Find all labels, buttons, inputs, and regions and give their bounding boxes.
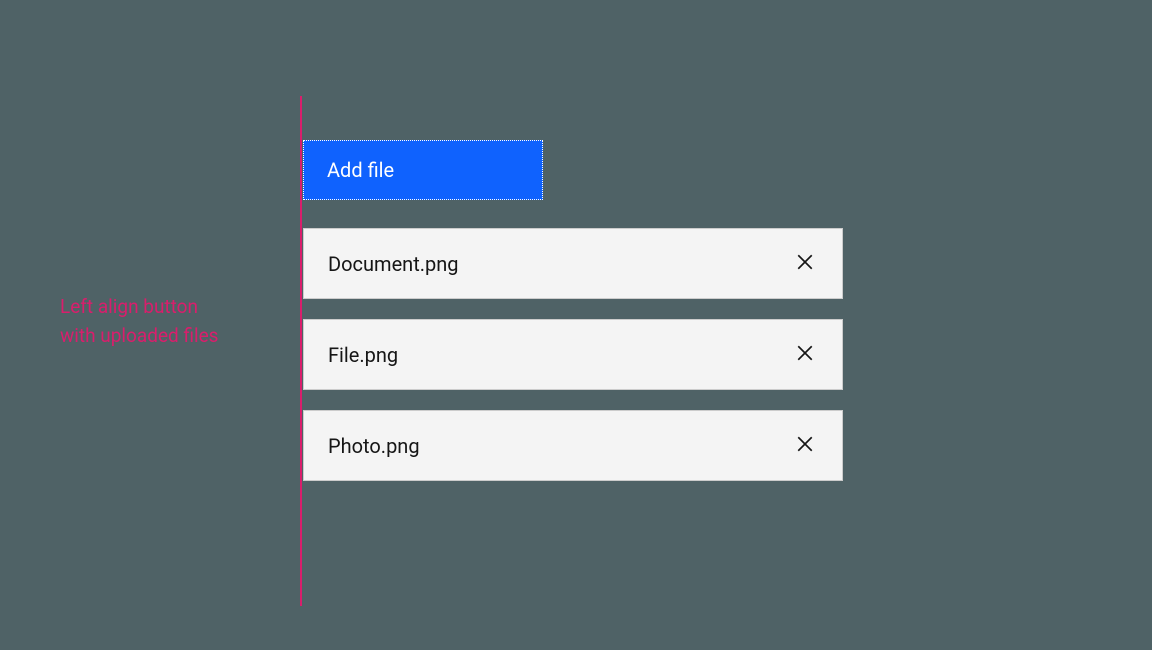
file-name-label: Photo.png (328, 434, 420, 458)
file-name-label: File.png (328, 343, 398, 367)
close-icon (796, 435, 814, 456)
file-name-label: Document.png (328, 252, 459, 276)
close-icon (796, 344, 814, 365)
file-item: Photo.png (303, 410, 843, 481)
remove-file-button[interactable] (792, 431, 818, 460)
close-icon (796, 253, 814, 274)
annotation-text: Left align button with uploaded files (60, 293, 218, 350)
remove-file-button[interactable] (792, 340, 818, 369)
alignment-guide-line (300, 96, 302, 606)
file-item: File.png (303, 319, 843, 390)
upload-content-area: Add file Document.png File.png Photo.png (303, 140, 843, 501)
annotation-line-2: with uploaded files (60, 324, 218, 347)
file-item: Document.png (303, 228, 843, 299)
add-file-button[interactable]: Add file (303, 140, 543, 200)
annotation-line-1: Left align button (60, 295, 198, 318)
remove-file-button[interactable] (792, 249, 818, 278)
